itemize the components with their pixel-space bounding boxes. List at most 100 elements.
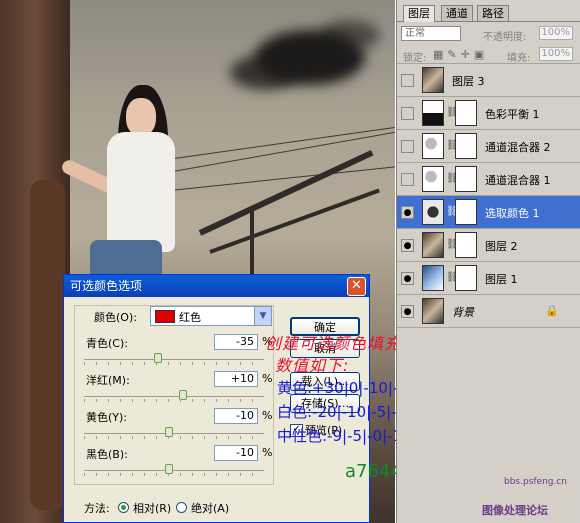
slider-value-input[interactable]: -10	[214, 408, 258, 424]
site-watermark: bbs.psfeng.cn	[504, 477, 568, 487]
close-icon[interactable]: ✕	[347, 277, 366, 296]
slider-value-input[interactable]: -10	[214, 445, 258, 461]
panel-tabs: 图层 通道 路径	[397, 5, 580, 22]
layer-name: 图层 3	[452, 75, 485, 88]
layer-row[interactable]: ● ⛓ 图层 1	[397, 262, 580, 295]
layer-mask-thumbnail[interactable]	[455, 100, 477, 126]
eye-icon[interactable]	[401, 140, 414, 153]
method-label: 方法:	[84, 502, 110, 515]
blend-mode-select[interactable]: 正常	[401, 26, 461, 41]
layer-row[interactable]: ⛓ 通道混合器 2	[397, 130, 580, 163]
lock-icon: 🔒	[545, 304, 559, 317]
relative-radio[interactable]	[118, 502, 129, 513]
layer-thumbnail	[422, 265, 444, 291]
lock-all-icon[interactable]: ▣	[474, 48, 488, 61]
cloud-dark-2	[230, 55, 300, 90]
layer-mask-thumbnail[interactable]	[455, 199, 477, 225]
slider-label: 青色(C):	[86, 337, 128, 350]
lock-icons[interactable]: ▦✎✛▣	[433, 48, 488, 61]
layer-thumbnail	[422, 67, 444, 93]
overlay-text-yellow: 黄色:+30|0|-10|-5|	[277, 379, 413, 397]
layers-panel: 图层 通道 路径 正常 不透明度: 100% 锁定: ▦✎✛▣ 填充: 100%…	[396, 0, 580, 523]
person-face	[126, 98, 156, 136]
eye-icon[interactable]: ●	[401, 239, 414, 252]
slider-ticks	[84, 399, 264, 402]
dialog-titlebar[interactable]: 可选颜色选项 ✕	[64, 275, 369, 297]
cloud-dark-3	[320, 20, 380, 50]
tab-paths[interactable]: 路径	[477, 5, 509, 21]
eye-icon[interactable]: ●	[401, 206, 414, 219]
layer-mask-thumbnail[interactable]	[455, 166, 477, 192]
layer-thumbnail	[422, 100, 444, 126]
rusty-chain	[30, 180, 65, 510]
slider-track[interactable]	[84, 427, 264, 437]
opacity-input[interactable]: 100%	[539, 26, 573, 40]
layer-thumbnail	[422, 232, 444, 258]
percent-unit: %	[262, 372, 273, 385]
eye-icon[interactable]: ●	[401, 305, 414, 318]
layer-row[interactable]: 图层 3	[397, 64, 580, 97]
tab-layers[interactable]: 图层	[403, 5, 435, 22]
layer-name: 色彩平衡 1	[485, 108, 540, 121]
slider-label: 黄色(Y):	[86, 411, 128, 424]
lock-label: 锁定:	[403, 53, 427, 64]
crane-truss	[209, 188, 380, 254]
layer-thumbnail	[422, 298, 444, 324]
relative-label: 相对(R)	[133, 502, 172, 515]
percent-unit: %	[262, 409, 273, 422]
colors-dropdown[interactable]: 红色 ▼	[150, 306, 272, 326]
layer-mask-thumbnail[interactable]	[455, 265, 477, 291]
slider-value-input[interactable]: +10	[214, 371, 258, 387]
tab-channels[interactable]: 通道	[441, 5, 473, 21]
layer-name: 选取颜色 1	[485, 207, 540, 220]
layer-thumbnail	[422, 199, 444, 225]
layer-row[interactable]: ⛓ 通道混合器 1	[397, 163, 580, 196]
absolute-label: 绝对(A)	[191, 502, 230, 515]
slider-track[interactable]	[84, 353, 264, 363]
blend-mode-value: 正常	[405, 28, 425, 39]
eye-icon[interactable]	[401, 173, 414, 186]
layer-row[interactable]: ● ⛓ 图层 2	[397, 229, 580, 262]
eye-icon[interactable]	[401, 74, 414, 87]
colors-value: 红色	[179, 311, 201, 324]
dialog-title: 可选颜色选项	[70, 279, 143, 293]
layer-thumbnail	[422, 133, 444, 159]
layer-row[interactable]: ● 背景 🔒	[397, 295, 580, 328]
layer-name: 图层 1	[485, 273, 518, 286]
fill-input[interactable]: 100%	[539, 47, 573, 61]
overlay-text-values: 数值如下:	[275, 356, 350, 375]
layer-list: 图层 3 ⛓ 色彩平衡 1 ⛓ 通道混合器 2 ⛓ 通道混合器 1 ● ⛓ 选取颜色 1 ● ⛓ 图层 …	[397, 63, 580, 328]
overlay-text-neutral: 中性色:-9|-5|-0|-1|	[277, 427, 408, 445]
selective-color-dialog: 可选颜色选项 ✕ 颜色(O): 红色 ▼ 青色(C): -35% 洋红(M): +10…	[63, 274, 370, 523]
colors-label: 颜色(O):	[94, 311, 137, 324]
fill-label: 填充:	[507, 53, 531, 64]
lock-brush-icon[interactable]: ✎	[447, 48, 460, 61]
slider-track[interactable]	[84, 464, 264, 474]
eye-icon[interactable]	[401, 107, 414, 120]
layer-name: 图层 2	[485, 240, 518, 253]
lock-transparent-icon[interactable]: ▦	[433, 48, 447, 61]
layer-name: 通道混合器 1	[485, 174, 551, 187]
lock-move-icon[interactable]: ✛	[461, 48, 474, 61]
layer-row[interactable]: ⛓ 色彩平衡 1	[397, 97, 580, 130]
absolute-radio[interactable]	[176, 502, 187, 513]
power-wire	[169, 165, 395, 191]
layer-row[interactable]: ● ⛓ 选取颜色 1	[397, 196, 580, 229]
forum-watermark: 图像处理论坛	[482, 504, 548, 517]
chevron-down-icon[interactable]: ▼	[254, 307, 271, 325]
layer-name: 背景	[452, 306, 474, 319]
slider-track[interactable]	[84, 390, 264, 400]
layer-name: 通道混合器 2	[485, 141, 551, 154]
layer-mask-thumbnail[interactable]	[455, 133, 477, 159]
slider-value-input[interactable]: -35	[214, 334, 258, 350]
layer-thumbnail	[422, 166, 444, 192]
opacity-label: 不透明度:	[483, 32, 527, 43]
slider-ticks	[84, 473, 264, 476]
slider-label: 黑色(B):	[86, 448, 128, 461]
slider-ticks	[84, 362, 264, 365]
layer-mask-thumbnail[interactable]	[455, 232, 477, 258]
slider-label: 洋红(M):	[86, 374, 130, 387]
eye-icon[interactable]: ●	[401, 272, 414, 285]
red-swatch	[155, 310, 175, 323]
person-shirt	[107, 132, 175, 252]
